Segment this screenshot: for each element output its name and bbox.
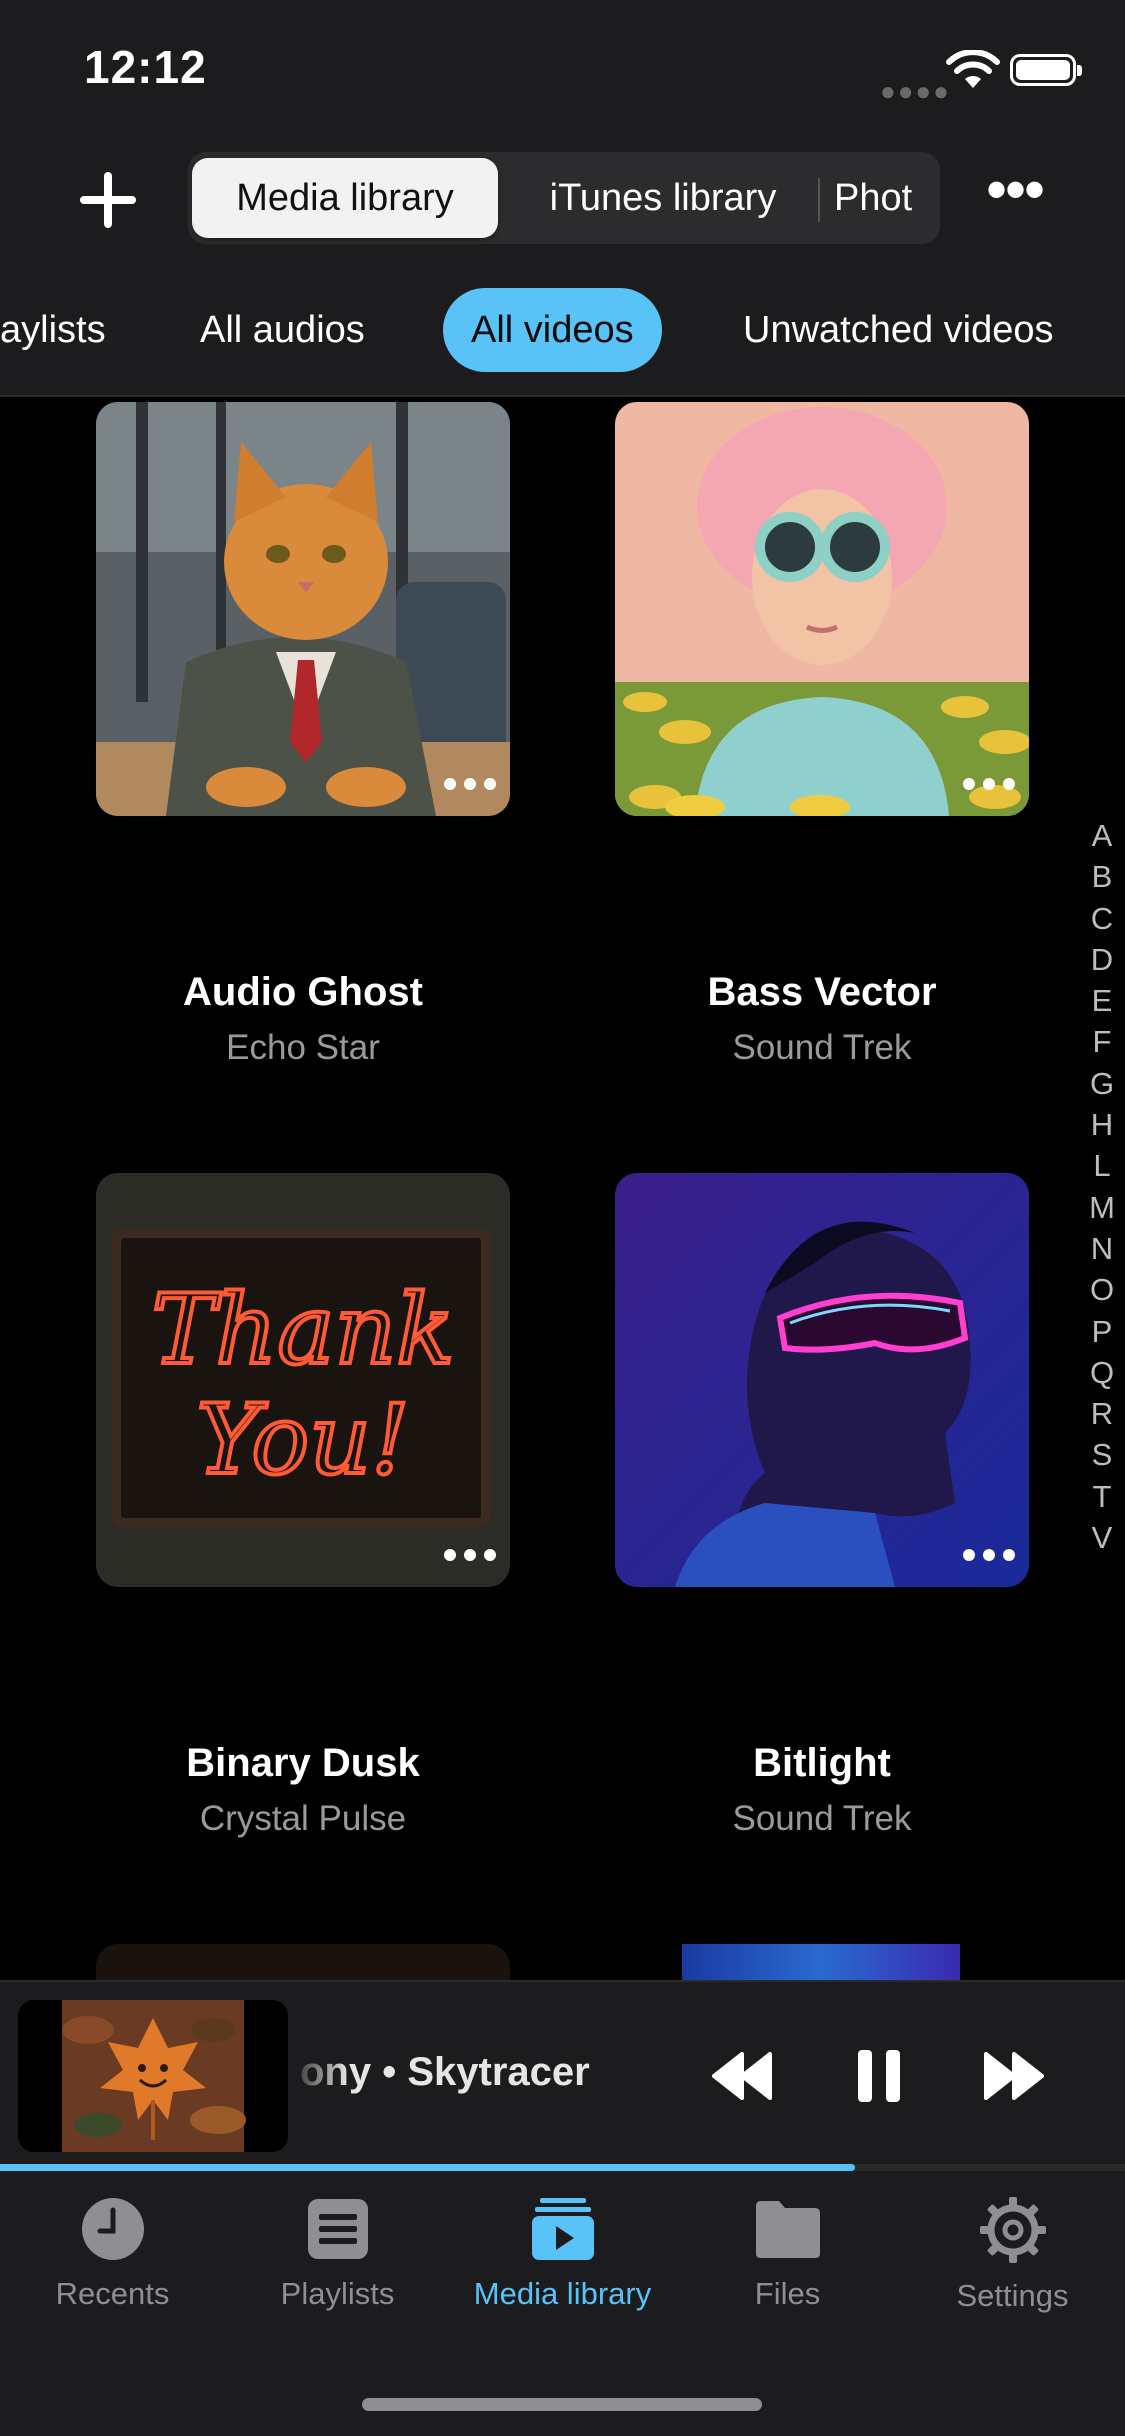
alphabet-index[interactable]: ABCDEFGHLMNOPQRSTV (1082, 815, 1122, 1558)
library-source-selector: Media library iTunes library Phot (188, 152, 940, 244)
index-letter-v[interactable]: V (1082, 1517, 1122, 1558)
title-fade (288, 2040, 348, 2110)
index-letter-o[interactable]: O (1082, 1269, 1122, 1310)
tab-itunes-library[interactable]: iTunes library (518, 158, 808, 238)
tab-label: Settings (956, 2278, 1069, 2313)
filter-playlists[interactable]: aylists (0, 288, 106, 372)
video-subtitle: Sound Trek (732, 1799, 912, 1838)
tab-label: Recents (55, 2276, 170, 2311)
tab-label: Media library (473, 2276, 652, 2311)
index-letter-d[interactable]: D (1082, 939, 1122, 980)
video-title: Binary Dusk (186, 1741, 420, 1785)
now-playing-title[interactable]: ony • Skytracer (300, 2050, 630, 2095)
index-letter-s[interactable]: S (1082, 1434, 1122, 1475)
status-time: 12:12 (84, 41, 207, 93)
neon-text-line-1: Thank (151, 1274, 454, 1386)
index-letter-g[interactable]: G (1082, 1063, 1122, 1104)
item-more-icon[interactable] (963, 1549, 1015, 1561)
video-subtitle: Sound Trek (732, 1028, 912, 1067)
video-title: Audio Ghost (183, 970, 423, 1014)
tab-recents[interactable]: Recents (0, 2196, 225, 2312)
index-letter-c[interactable]: C (1082, 898, 1122, 939)
index-letter-r[interactable]: R (1082, 1393, 1122, 1434)
tab-photos[interactable]: Phot (834, 158, 940, 238)
index-letter-e[interactable]: E (1082, 980, 1122, 1021)
item-more-icon[interactable] (444, 778, 496, 790)
list-icon (307, 2199, 368, 2259)
video-thumbnail[interactable] (615, 1173, 1029, 1587)
ellipsis-icon[interactable]: ••• (986, 160, 1056, 220)
filter-all-videos[interactable]: All videos (443, 288, 662, 372)
index-letter-b[interactable]: B (1082, 856, 1122, 897)
filter-all-audios[interactable]: All audios (200, 288, 365, 372)
media-library-icon (531, 2198, 594, 2260)
plus-icon[interactable] (76, 168, 140, 232)
video-subtitle: Echo Star (226, 1028, 380, 1067)
tab-label: Files (754, 2276, 821, 2311)
index-letter-p[interactable]: P (1082, 1311, 1122, 1352)
tab-files[interactable]: Files (675, 2196, 900, 2312)
gear-icon (979, 2197, 1046, 2263)
folder-icon (755, 2201, 820, 2258)
now-playing-thumbnail[interactable] (18, 2000, 288, 2152)
neon-text-line-2: You! (196, 1384, 409, 1496)
tab-media-library[interactable]: Media library (450, 2196, 675, 2312)
rewind-icon[interactable] (712, 2048, 774, 2104)
pause-icon[interactable] (848, 2048, 910, 2104)
index-letter-q[interactable]: Q (1082, 1352, 1122, 1393)
playback-progress-fill (0, 2164, 855, 2171)
filter-unwatched-videos[interactable]: Unwatched videos (743, 288, 1054, 372)
wifi-icon (946, 50, 1000, 88)
battery-icon (1010, 54, 1082, 86)
tab-playlists[interactable]: Playlists (225, 2196, 450, 2312)
video-title: Bass Vector (707, 970, 937, 1014)
video-subtitle: Crystal Pulse (199, 1799, 407, 1838)
tab-media-library[interactable]: Media library (192, 158, 498, 238)
index-letter-l[interactable]: L (1082, 1145, 1122, 1186)
tab-label: Playlists (280, 2276, 395, 2311)
item-more-icon[interactable] (444, 1549, 496, 1561)
item-more-icon[interactable] (963, 778, 1015, 790)
fast-forward-icon[interactable] (982, 2048, 1044, 2104)
index-letter-h[interactable]: H (1082, 1104, 1122, 1145)
index-letter-m[interactable]: M (1082, 1187, 1122, 1228)
home-indicator[interactable] (362, 2398, 762, 2411)
index-letter-f[interactable]: F (1082, 1021, 1122, 1062)
index-letter-t[interactable]: T (1082, 1476, 1122, 1517)
video-thumbnail[interactable] (96, 402, 510, 816)
index-letter-n[interactable]: N (1082, 1228, 1122, 1269)
video-thumbnail[interactable] (96, 1944, 510, 1980)
video-thumbnail[interactable] (615, 402, 1029, 816)
clock-icon (81, 2198, 144, 2260)
video-thumbnail[interactable]: Thank You! (96, 1173, 510, 1587)
segment-divider (818, 178, 820, 222)
video-thumbnail[interactable] (682, 1944, 960, 1980)
tab-settings[interactable]: Settings (900, 2196, 1125, 2314)
index-letter-a[interactable]: A (1082, 815, 1122, 856)
video-title: Bitlight (753, 1741, 891, 1785)
cellular-signal-icon: ●●●● (880, 76, 951, 106)
